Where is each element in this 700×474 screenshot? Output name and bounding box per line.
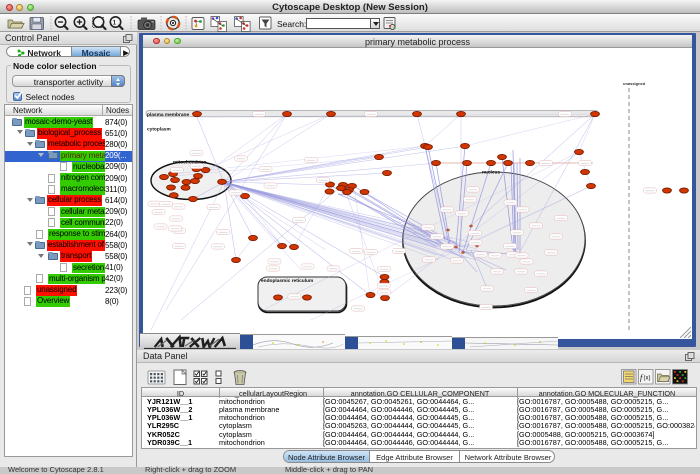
svg-text:endoplasmic reticulum: endoplasmic reticulum (261, 278, 313, 284)
svg-text:unassigned: unassigned (623, 81, 646, 86)
svg-text:mitochondrion: mitochondrion (173, 160, 207, 166)
svg-text:cytoplasm: cytoplasm (147, 127, 171, 133)
svg-text:nucleus: nucleus (482, 170, 500, 176)
svg-text:plasma membrane: plasma membrane (147, 112, 189, 118)
